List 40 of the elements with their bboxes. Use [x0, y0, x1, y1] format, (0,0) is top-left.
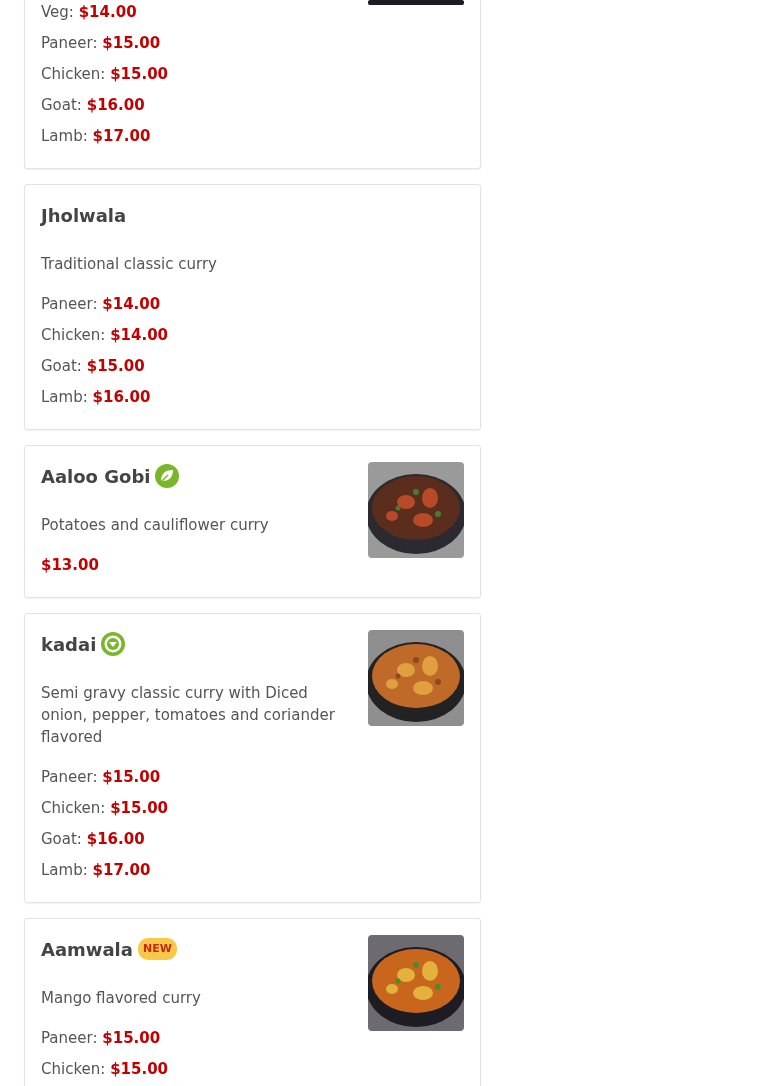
variant-label: Chicken: [41, 1060, 106, 1078]
dish-name: kadai [41, 633, 97, 655]
price: $16.00 [86, 96, 145, 114]
price: $15.00 [102, 768, 161, 786]
price: $17.00 [92, 861, 151, 879]
dish-name: Aamwala [41, 938, 133, 960]
price: $15.00 [102, 1029, 161, 1047]
price: $15.00 [110, 799, 168, 817]
variant-label: Lamb: [41, 127, 88, 145]
price: $15.00 [110, 1060, 168, 1078]
price: $17.00 [92, 127, 151, 145]
variant-label: Lamb: [41, 861, 88, 879]
variant-label: Goat: [41, 830, 82, 848]
dish-description: Semi gravy classic curry with Diced onion, pepper, tomatoes and coriander flavored [41, 683, 336, 748]
dish-description: Potatoes and cauliflower curry [41, 515, 270, 536]
dish-name: Aaloo Gobi [41, 465, 151, 487]
variant-label: Chicken: [41, 65, 106, 83]
price: $14.00 [102, 295, 161, 313]
variant-label: Goat: [41, 357, 82, 375]
new-badge: NEW [137, 938, 177, 960]
price: $16.00 [86, 830, 145, 848]
variant-label: Paneer: [41, 295, 98, 313]
variant-label: Lamb: [41, 388, 88, 406]
variant-label: Paneer: [41, 768, 98, 786]
variant-label: Chicken: [41, 326, 106, 344]
price: $13.00 [41, 556, 99, 574]
price: $15.00 [110, 65, 168, 83]
price: $15.00 [86, 357, 145, 375]
price: $15.00 [102, 34, 161, 52]
variant-label: Paneer: [41, 34, 98, 52]
variant-label: Goat: [41, 96, 82, 114]
variant-label: Veg: [41, 3, 74, 21]
price: $14.00 [78, 3, 137, 21]
price: $16.00 [92, 388, 151, 406]
variant-label: Paneer: [41, 1029, 98, 1047]
dish-description: Traditional classic curry [41, 254, 218, 275]
price: $14.00 [110, 326, 168, 344]
dish-name: Jholwala [41, 204, 127, 226]
variant-label: Chicken: [41, 799, 106, 817]
dish-description: Mango flavored curry [41, 988, 202, 1009]
